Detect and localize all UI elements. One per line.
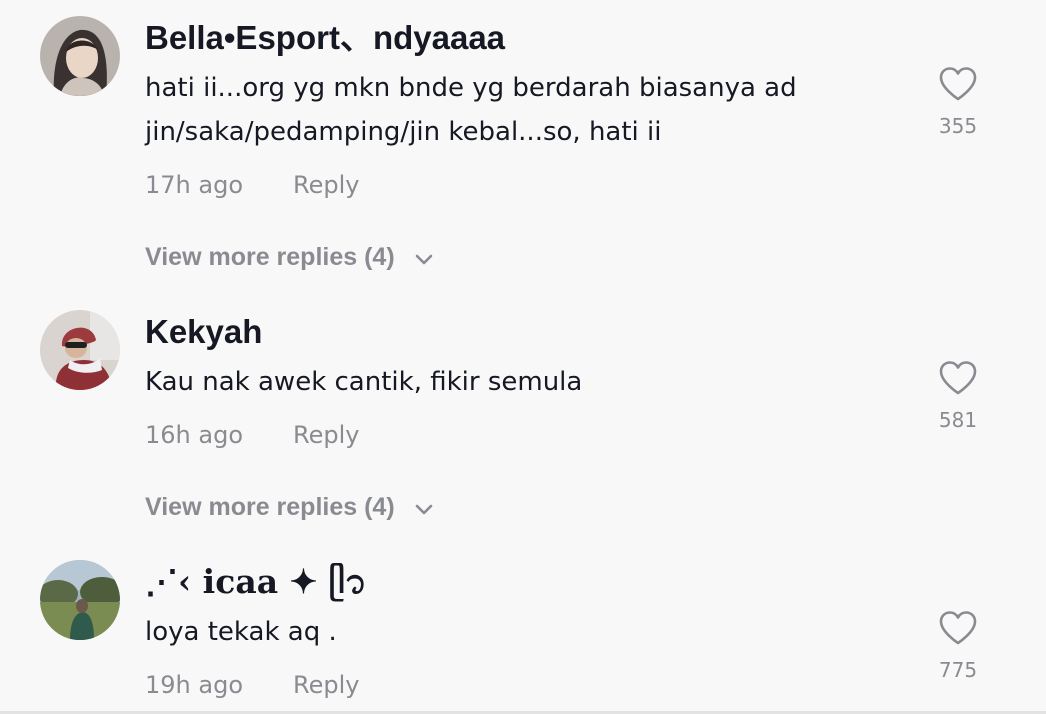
- like-count: 775: [938, 658, 978, 682]
- view-more-replies-button[interactable]: View more replies (4): [145, 492, 434, 523]
- view-more-replies-button[interactable]: View more replies (4): [145, 242, 434, 273]
- comment-username[interactable]: Kekyah: [145, 312, 262, 352]
- comment-timestamp: 16h ago: [145, 421, 244, 449]
- view-more-replies-label: View more replies (4): [145, 493, 395, 521]
- like-button[interactable]: 355: [918, 66, 998, 138]
- like-button[interactable]: 775: [918, 610, 998, 682]
- like-count: 581: [938, 408, 978, 432]
- chevron-down-icon: [414, 243, 434, 273]
- comment-text: loya tekak aq .: [145, 617, 337, 647]
- reply-button[interactable]: Reply: [293, 671, 359, 699]
- heart-outline-icon: [939, 611, 977, 645]
- comment-timestamp: 17h ago: [145, 171, 244, 199]
- comment-meta: 19h ago Reply: [145, 670, 359, 700]
- avatar[interactable]: [40, 310, 120, 390]
- comment-text: Kau nak awek cantik, fikir semula: [145, 367, 583, 397]
- comment-timestamp: 19h ago: [145, 671, 244, 699]
- avatar[interactable]: [40, 560, 120, 640]
- comment-meta: 17h ago Reply: [145, 170, 359, 200]
- comment-meta: 16h ago Reply: [145, 420, 359, 450]
- like-button[interactable]: 581: [918, 360, 998, 432]
- heart-outline-icon: [939, 361, 977, 395]
- avatar[interactable]: [40, 16, 120, 96]
- comment-username[interactable]: Bella•Esport、ndyaaaa: [145, 18, 505, 58]
- chevron-down-icon: [414, 493, 434, 523]
- reply-button[interactable]: Reply: [293, 171, 359, 199]
- like-count: 355: [938, 114, 978, 138]
- comment-username[interactable]: ⋰‹ icaa ✦ ᥫ᭡: [145, 562, 367, 602]
- comment-text: hati ii...org yg mkn bnde yg berdarah bi…: [145, 73, 797, 147]
- heart-outline-icon: [939, 67, 977, 101]
- reply-button[interactable]: Reply: [293, 421, 359, 449]
- view-more-replies-label: View more replies (4): [145, 243, 395, 271]
